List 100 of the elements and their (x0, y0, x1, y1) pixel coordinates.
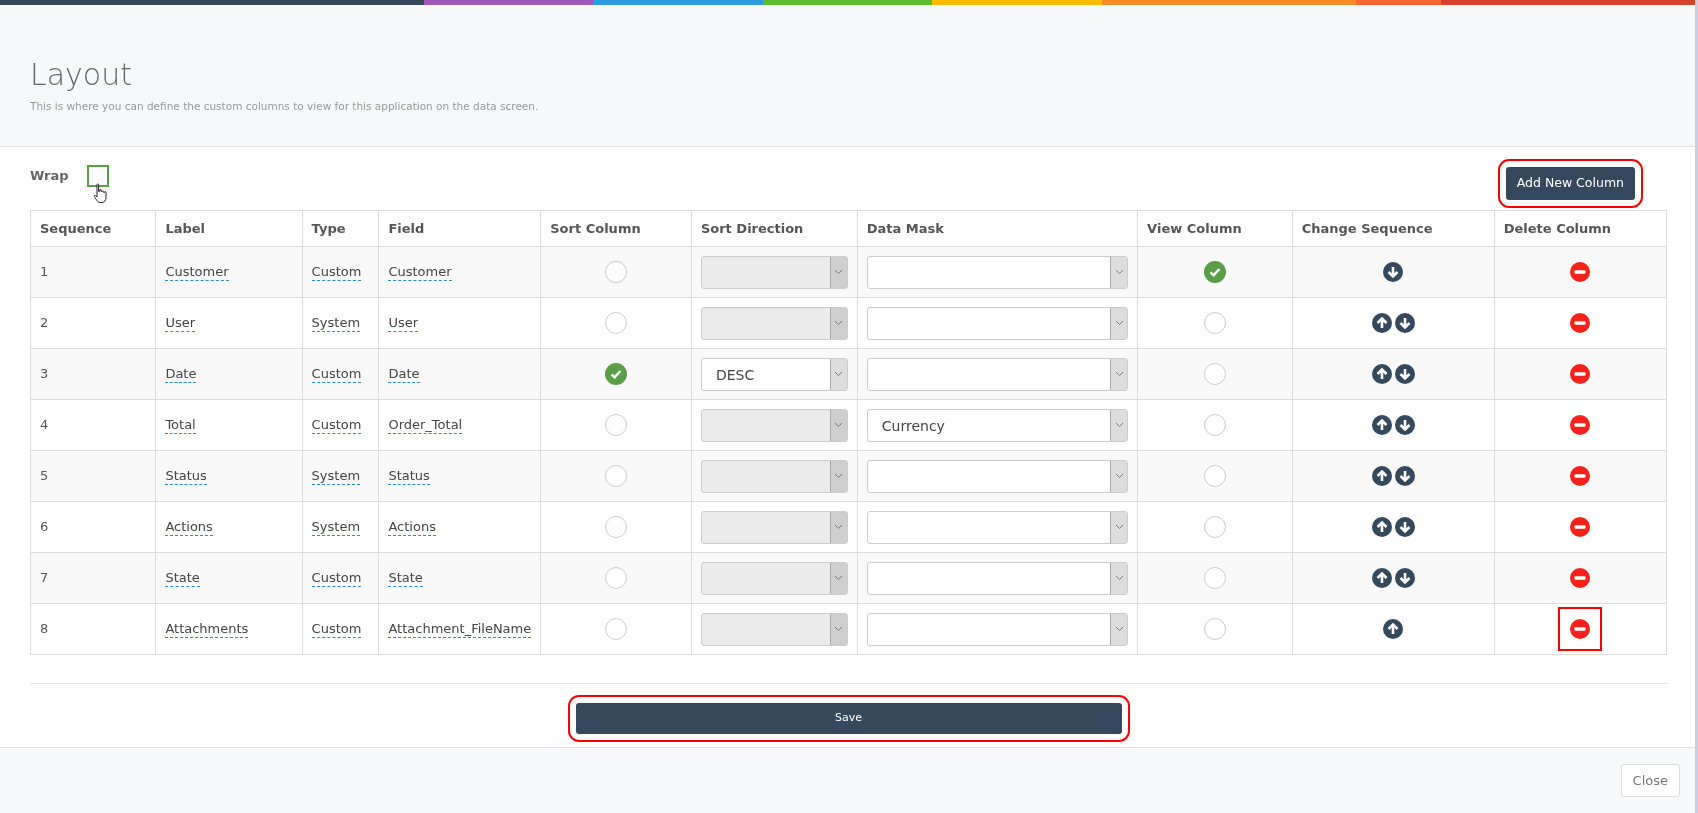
table-cell: Attachments (165, 621, 249, 639)
table-cell: Status (165, 468, 207, 486)
view-radio[interactable] (1203, 261, 1226, 283)
delete-icon[interactable] (1570, 262, 1591, 283)
data-mask-dropdown[interactable] (866, 306, 1129, 340)
sort-direction-dropdown[interactable]: DESC (700, 357, 848, 391)
table-cell: User (165, 315, 195, 333)
move-up-icon[interactable] (1383, 619, 1404, 640)
caret-icon (834, 371, 844, 377)
sort-radio[interactable] (605, 465, 628, 487)
move-up-icon[interactable] (1371, 364, 1392, 385)
sort-radio[interactable] (605, 516, 628, 538)
caret-icon (834, 575, 844, 581)
view-radio[interactable] (1203, 363, 1226, 385)
move-down-icon[interactable] (1394, 517, 1415, 538)
sort-radio[interactable] (605, 363, 628, 385)
delete-icon[interactable] (1570, 415, 1591, 436)
page-title: Layout (30, 57, 133, 93)
sequence-number: 8 (40, 621, 49, 637)
table-cell: Custom (311, 570, 362, 588)
view-radio[interactable] (1203, 312, 1226, 334)
sort-radio[interactable] (605, 312, 628, 334)
close-button[interactable]: Close (1620, 763, 1680, 798)
delete-icon[interactable] (1570, 466, 1591, 487)
move-up-icon[interactable] (1371, 466, 1392, 487)
caret-icon (1114, 269, 1124, 275)
view-radio[interactable] (1203, 516, 1226, 538)
move-up-icon[interactable] (1371, 568, 1392, 589)
move-down-icon[interactable] (1394, 466, 1415, 487)
view-radio[interactable] (1203, 465, 1226, 487)
wrap-checkbox[interactable] (86, 165, 109, 187)
data-mask-dropdown[interactable] (866, 255, 1129, 289)
column-header: Label (165, 220, 205, 236)
view-radio[interactable] (1203, 618, 1226, 640)
sort-radio[interactable] (605, 567, 628, 589)
data-mask-dropdown[interactable] (866, 561, 1129, 595)
move-down-icon[interactable] (1394, 568, 1415, 589)
data-mask-dropdown[interactable]: Currency (866, 408, 1129, 442)
table-cell: Total (165, 417, 196, 435)
data-mask-dropdown[interactable] (866, 459, 1129, 493)
table-cell: Attachment_FileName (388, 621, 532, 639)
delete-icon[interactable] (1570, 568, 1591, 589)
table-cell: System (311, 468, 361, 486)
table-cell: Actions (388, 519, 436, 537)
table-cell: System (311, 315, 361, 333)
sort-radio[interactable] (605, 261, 628, 283)
table-cell: Customer (388, 264, 452, 282)
move-up-icon[interactable] (1371, 415, 1392, 436)
table-cell: Date (388, 366, 420, 384)
hand-cursor-icon (92, 183, 108, 204)
sequence-number: 7 (40, 570, 49, 586)
caret-icon (1114, 524, 1124, 530)
table-cell: Custom (311, 621, 362, 639)
caret-icon (1114, 626, 1124, 632)
table-cell: Order_Total (388, 417, 463, 435)
sequence-number: 1 (40, 264, 49, 280)
sort-radio[interactable] (605, 414, 628, 436)
table-cell: User (388, 315, 419, 333)
delete-icon[interactable] (1570, 313, 1591, 334)
table-cell: Status (388, 468, 430, 486)
table-cell: Date (165, 366, 197, 384)
data-mask-dropdown[interactable] (866, 357, 1129, 391)
table-cell: Customer (165, 264, 229, 282)
save-button[interactable]: Save (575, 703, 1122, 734)
move-down-icon[interactable] (1394, 364, 1415, 385)
table-cell: State (165, 570, 200, 588)
caret-icon (1114, 575, 1124, 581)
data-mask-dropdown[interactable] (866, 510, 1129, 544)
sequence-number: 6 (40, 519, 49, 535)
table-cell: Custom (311, 366, 362, 384)
caret-icon (834, 524, 844, 530)
move-down-icon[interactable] (1383, 262, 1404, 283)
view-radio[interactable] (1203, 567, 1226, 589)
move-down-icon[interactable] (1394, 415, 1415, 436)
caret-icon (834, 626, 844, 632)
sequence-number: 5 (40, 468, 49, 484)
add-new-column-button[interactable]: Add New Column (1505, 167, 1635, 200)
view-radio[interactable] (1203, 414, 1226, 436)
delete-icon[interactable] (1570, 364, 1591, 385)
move-up-icon[interactable] (1371, 517, 1392, 538)
table-cell: State (388, 570, 423, 588)
column-header: Field (388, 220, 425, 236)
caret-icon (834, 269, 844, 275)
data-mask-dropdown[interactable] (866, 612, 1129, 646)
caret-icon (1114, 320, 1124, 326)
delete-icon[interactable] (1558, 607, 1603, 651)
move-up-icon[interactable] (1371, 313, 1392, 334)
caret-icon (834, 473, 844, 479)
table-cell: Custom (311, 417, 362, 435)
page-subtitle: This is where you can define the custom columns to view for this application on the data screen. (30, 99, 540, 114)
move-down-icon[interactable] (1394, 313, 1415, 334)
caret-icon (1114, 422, 1124, 428)
wrap-label: Wrap (30, 167, 69, 186)
table-cell: System (311, 519, 361, 537)
sort-radio[interactable] (605, 618, 628, 640)
column-header: Sort Direction (700, 220, 804, 236)
sequence-number: 2 (40, 315, 49, 331)
delete-icon[interactable] (1570, 517, 1591, 538)
caret-icon (834, 320, 844, 326)
column-header: Data Mask (866, 220, 944, 236)
